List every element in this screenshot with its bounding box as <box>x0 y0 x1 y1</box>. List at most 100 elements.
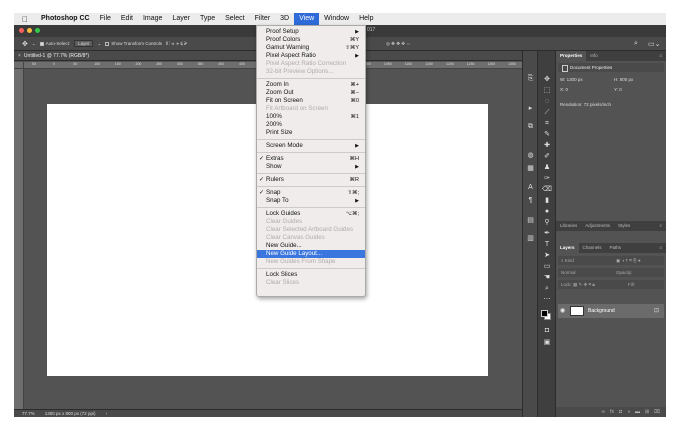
hand-tool-icon[interactable]: ☚ <box>542 273 552 282</box>
menu-item-pixel-aspect-ratio[interactable]: Pixel Aspect Ratio ▶ <box>257 52 365 60</box>
menu-edit[interactable]: Edit <box>116 13 138 25</box>
workspace-icon[interactable]: ▭⌄ <box>648 40 660 48</box>
menu-item-proof-colors[interactable]: Proof Colors ⌘Y <box>257 36 365 44</box>
menu-item-print-size[interactable]: Print Size <box>257 129 365 137</box>
link-icon[interactable]: ∞ <box>602 407 606 417</box>
menu-item-snap-to[interactable]: Snap To ▶ <box>257 197 365 205</box>
chevron-right-icon[interactable]: › <box>106 410 108 417</box>
layer-comps-icon[interactable]: ▥ <box>526 235 535 242</box>
show-transform-checkbox[interactable]: Show Transform Controls <box>105 41 162 46</box>
menu-window[interactable]: Window <box>319 13 354 25</box>
clone-source-icon[interactable]: ◍ <box>526 152 535 159</box>
actions-icon[interactable]: ▸ <box>526 105 535 112</box>
path-select-tool-icon[interactable]: ➤ <box>542 251 552 260</box>
layer-name[interactable]: Background <box>588 308 615 314</box>
foreground-color-swatch[interactable] <box>541 310 548 317</box>
blur-tool-icon[interactable]: ● <box>542 207 552 216</box>
3d-mode-icons[interactable]: ◎ ✥ ✥ ✜ ⇔ <box>386 41 411 47</box>
menu-item-zoom-in[interactable]: Zoom In ⌘+ <box>257 81 365 89</box>
tab-channels[interactable]: Channels <box>579 243 606 253</box>
menu-view[interactable]: View <box>294 13 320 25</box>
filter-icons[interactable]: ▣ ◑ T ⌗ ⎘ ● <box>616 256 641 265</box>
blend-mode-dropdown[interactable]: Normal Opacity: <box>558 268 664 277</box>
menu-item-zoom-out[interactable]: Zoom Out ⌘− <box>257 89 365 97</box>
eraser-tool-icon[interactable]: ⌫ <box>542 185 552 194</box>
type-tool-icon[interactable]: T <box>542 240 552 249</box>
auto-select-dropdown[interactable]: Layer <box>74 40 94 47</box>
auto-select-checkbox[interactable]: Auto-Select: <box>39 41 70 46</box>
paragraph-icon[interactable]: ¶ <box>526 197 535 204</box>
menu-app[interactable]: Photoshop CC <box>36 13 95 25</box>
close-window-button[interactable] <box>19 28 24 33</box>
gradient-tool-icon[interactable]: ▮ <box>542 196 552 205</box>
eye-icon[interactable]: ◉ <box>560 307 565 314</box>
ruler-origin[interactable] <box>14 62 24 69</box>
menu-item-proof-setup[interactable]: Proof Setup ▶ <box>257 28 365 36</box>
mask-icon[interactable]: ◘ <box>619 407 622 417</box>
minimize-window-button[interactable] <box>27 28 32 33</box>
character-icon[interactable]: A <box>526 184 535 191</box>
layer-row-background[interactable]: ◉ Background ⊡ <box>558 304 664 318</box>
menu-item-lock-guides[interactable]: Lock Guides ⌥⌘; <box>257 210 365 218</box>
notes-icon[interactable]: ▤ <box>526 217 535 224</box>
menu-item-screen-mode[interactable]: Screen Mode ▶ <box>257 142 365 150</box>
adjustment-icon[interactable]: ◑ <box>627 407 630 417</box>
quick-mask-icon[interactable]: ◘ <box>542 326 552 335</box>
menu-image[interactable]: Image <box>138 13 167 25</box>
close-icon[interactable]: × <box>18 53 21 59</box>
menu-select[interactable]: Select <box>220 13 249 25</box>
tab-styles[interactable]: Styles <box>614 221 634 231</box>
tab-properties[interactable]: Properties <box>556 51 587 61</box>
menu-item-snap[interactable]: ✓ Snap ⇧⌘; <box>257 189 365 197</box>
brush-tool-icon[interactable]: ✐ <box>542 152 552 161</box>
menu-layer[interactable]: Layer <box>167 13 195 25</box>
chevron-down-icon[interactable]: ⌄ <box>97 41 101 47</box>
brush-preset-icon[interactable]: ⧉ <box>526 123 535 130</box>
menu-item-extras[interactable]: ✓ Extras ⌘H <box>257 155 365 163</box>
new-layer-icon[interactable]: ⊞ <box>645 407 649 417</box>
menu-3d[interactable]: 3D <box>275 13 294 25</box>
panel-menu-icon[interactable]: ≡ <box>655 221 666 231</box>
menu-item-show[interactable]: Show ▶ <box>257 163 365 171</box>
chevron-down-icon[interactable]: ⌄ <box>32 41 36 47</box>
menu-item-rulers[interactable]: ✓ Rulers ⌘R <box>257 176 365 184</box>
menu-item-lock-slices[interactable]: Lock Slices <box>257 271 365 279</box>
menu-item-new-guide[interactable]: New Guide... <box>257 242 365 250</box>
menu-item-new-guide-layout[interactable]: New Guide Layout... <box>257 250 365 258</box>
tab-libraries[interactable]: Libraries <box>556 221 581 231</box>
menu-filter[interactable]: Filter <box>250 13 276 25</box>
move-tool-icon[interactable]: ✥ <box>22 40 28 48</box>
height-value[interactable]: H: 800 px <box>614 77 633 82</box>
tab-adjustments[interactable]: Adjustments <box>581 221 614 231</box>
move-tool-icon[interactable]: ✥ <box>542 75 552 84</box>
panel-menu-icon[interactable]: ≡ <box>655 243 666 253</box>
swatch-grid-icon[interactable]: ▦ <box>526 165 535 172</box>
more-tools-icon[interactable]: ⋯ <box>542 295 552 304</box>
menu-item-200[interactable]: 200% <box>257 121 365 129</box>
history-icon[interactable]: ⎘ <box>526 75 535 82</box>
folder-icon[interactable]: ▬ <box>635 407 640 417</box>
lasso-tool-icon[interactable]: ◌ <box>542 97 552 106</box>
dodge-tool-icon[interactable]: ⚲ <box>542 218 552 227</box>
y-value[interactable]: Y: 0 <box>614 87 622 92</box>
layer-filter-kind[interactable]: ⌕ Kind ▣ ◑ T ⌗ ⎘ ● <box>558 256 664 265</box>
crop-tool-icon[interactable]: ⌗ <box>542 119 552 128</box>
lock-icons[interactable]: ▦ ✎ ✥ ⌗ 🔒︎ <box>573 282 595 287</box>
pen-tool-icon[interactable]: ✒ <box>542 229 552 238</box>
healing-tool-icon[interactable]: ✚ <box>542 141 552 150</box>
fx-icon[interactable]: fx <box>610 407 614 417</box>
eyedropper-tool-icon[interactable]: ✎ <box>542 130 552 139</box>
zoom-level[interactable]: 77.7% <box>22 410 35 417</box>
quick-select-tool-icon[interactable]: ⟋ <box>542 108 552 117</box>
vertical-ruler[interactable] <box>14 69 24 409</box>
zoom-tool-icon[interactable]: ⌕ <box>542 284 552 293</box>
menu-item-fit-on-screen[interactable]: Fit on Screen ⌘0 <box>257 97 365 105</box>
menu-help[interactable]: Help <box>354 13 378 25</box>
history-brush-tool-icon[interactable]: ✑ <box>542 174 552 183</box>
align-icons[interactable]: ⫴ ⫶ ⫷ ⫸ ⫹ ⫺ <box>166 41 187 46</box>
stamp-tool-icon[interactable]: ♟ <box>542 163 552 172</box>
menu-file[interactable]: File <box>95 13 116 25</box>
panel-menu-icon[interactable]: ≡ <box>655 51 666 61</box>
apple-icon[interactable]:  <box>14 15 36 24</box>
screen-mode-icon[interactable]: ▣ <box>542 338 552 347</box>
